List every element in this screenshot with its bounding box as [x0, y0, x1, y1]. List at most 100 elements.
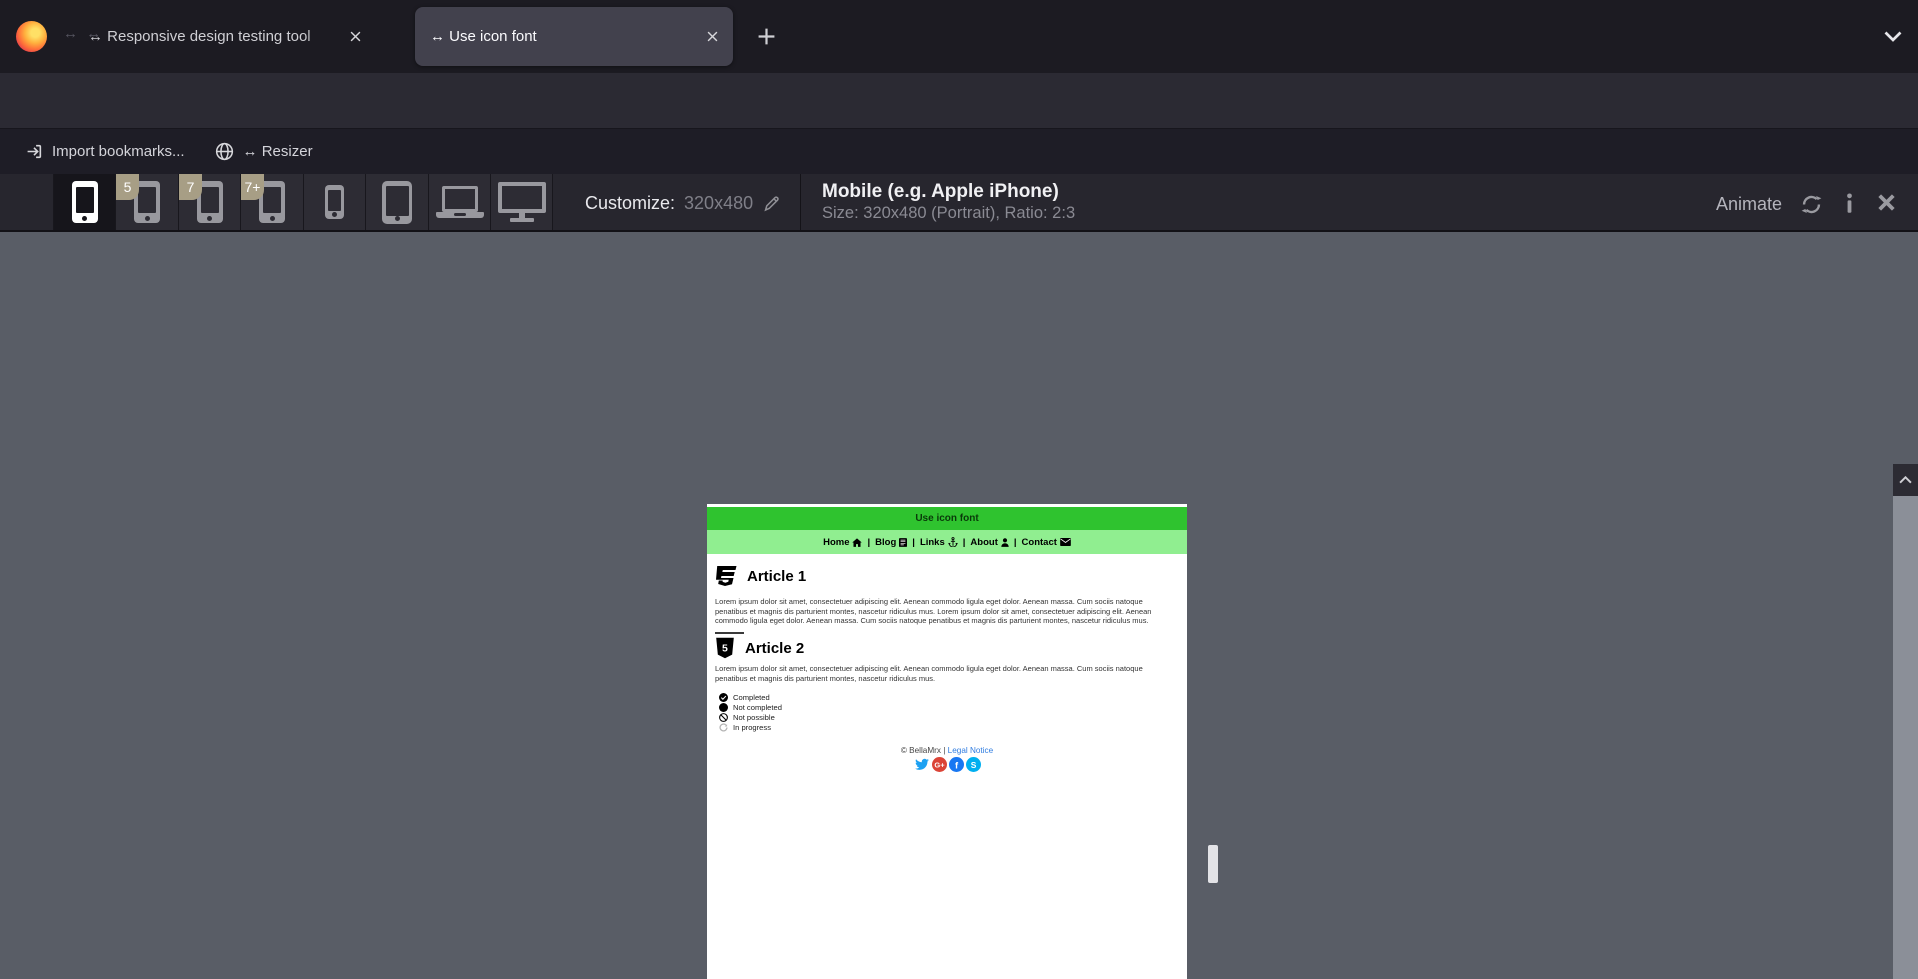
- article-title: Article 1: [747, 568, 806, 585]
- nav-separator: |: [963, 537, 966, 548]
- import-icon: [26, 143, 43, 160]
- device-button-tablet[interactable]: [365, 174, 428, 230]
- tablet-icon: [382, 181, 412, 224]
- device-button-mobile-active[interactable]: [53, 174, 115, 230]
- nav-separator: |: [1014, 537, 1017, 548]
- tab-bar: ↔ ↔ ↔ Responsive design testing tool ↔ U…: [0, 0, 1918, 73]
- device-badge: 5: [116, 174, 139, 200]
- content-area: Use icon font Home | Blog | Links |: [0, 232, 1918, 979]
- resize-drag-handle[interactable]: [1208, 845, 1218, 883]
- info-icon[interactable]: [1845, 193, 1854, 214]
- device-badge: 7: [179, 174, 202, 200]
- anchor-icon: [948, 537, 958, 547]
- list-item: In progress: [719, 722, 782, 732]
- html5-icon: 5: [715, 637, 735, 659]
- list-item-label: In progress: [733, 723, 771, 732]
- scroll-up-button[interactable]: [1893, 464, 1918, 496]
- refresh-loop-icon[interactable]: [1800, 193, 1823, 216]
- svg-text:5: 5: [722, 642, 728, 654]
- device-size-info: Size: 320x480 (Portrait), Ratio: 2:3: [822, 204, 1075, 223]
- tab-title: ↔ Use icon font: [430, 28, 707, 45]
- customize-size-control[interactable]: Customize: 320x480: [585, 176, 781, 230]
- list-item-label: Completed: [733, 693, 770, 702]
- article2-heading: 5 Article 2: [715, 637, 804, 659]
- tab-close-icon[interactable]: [350, 31, 361, 42]
- pencil-edit-icon[interactable]: [762, 194, 781, 213]
- tab-use-icon-font-active[interactable]: ↔ Use icon font: [415, 7, 733, 66]
- nav-label: Blog: [875, 537, 896, 548]
- nav-separator: |: [867, 537, 870, 548]
- list-item-label: Not possible: [733, 713, 775, 722]
- globe-icon: [215, 142, 234, 161]
- status-list: Completed Not completed Not possible In …: [719, 692, 782, 732]
- customize-label: Customize:: [585, 193, 675, 214]
- google-plus-icon[interactable]: G+: [932, 757, 947, 772]
- envelope-icon: [1060, 538, 1071, 546]
- list-item: Not completed: [719, 702, 782, 712]
- filled-circle-icon: [719, 703, 728, 712]
- skype-icon[interactable]: S: [966, 757, 981, 772]
- close-resizer-icon[interactable]: [1877, 193, 1896, 212]
- article1-heading: Article 1: [715, 566, 806, 586]
- nav-separator: |: [912, 537, 915, 548]
- svg-text:S: S: [970, 760, 976, 770]
- newspaper-icon: [899, 538, 907, 547]
- tab-title: ↔ Responsive design testing tool: [88, 28, 350, 45]
- social-icons-row: G+ f S: [707, 757, 1187, 772]
- tab-close-icon[interactable]: [707, 31, 718, 42]
- device-button-small-phone[interactable]: [303, 174, 365, 230]
- preview-nav-bar: Home | Blog | Links | About |: [707, 530, 1187, 554]
- home-icon: [852, 538, 862, 547]
- toolbar-divider: [800, 174, 801, 230]
- facebook-icon[interactable]: f: [949, 757, 964, 772]
- new-tab-button[interactable]: [757, 27, 776, 46]
- list-all-tabs-chevron-icon[interactable]: [1884, 31, 1902, 43]
- small-phone-icon: [325, 185, 344, 219]
- css3-icon: [715, 566, 737, 586]
- firefox-logo-icon[interactable]: [16, 21, 47, 52]
- window-scrollbar[interactable]: [1893, 464, 1918, 979]
- nav-label: Contact: [1022, 537, 1057, 548]
- bookmark-resizer[interactable]: ↔ Resizer: [205, 142, 323, 161]
- device-badge: 7+: [241, 174, 264, 200]
- nav-label: Links: [920, 537, 945, 548]
- twitter-icon[interactable]: [914, 757, 930, 772]
- nav-link-blog[interactable]: Blog: [875, 537, 907, 548]
- copyright-text: © BellaMrx |: [901, 746, 946, 755]
- bookmark-label: Import bookmarks...: [52, 143, 185, 160]
- device-button-iphone7[interactable]: 7: [178, 174, 240, 230]
- bookmark-import-bookmarks[interactable]: Import bookmarks...: [16, 143, 195, 160]
- phone-icon: [72, 181, 98, 223]
- svg-text:G+: G+: [934, 760, 945, 769]
- device-button-iphone5[interactable]: 5: [115, 174, 178, 230]
- desktop-monitor-icon: [498, 182, 546, 222]
- nav-label: Home: [823, 537, 849, 548]
- animate-button[interactable]: Animate: [1716, 194, 1782, 215]
- spinner-icon: [719, 723, 728, 732]
- tab-responsive-design-testing[interactable]: ↔ Responsive design testing tool: [88, 0, 388, 73]
- nav-link-contact[interactable]: Contact: [1022, 537, 1071, 548]
- device-button-laptop[interactable]: [428, 174, 490, 230]
- legal-notice-link[interactable]: Legal Notice: [948, 746, 994, 755]
- device-button-desktop[interactable]: [490, 174, 553, 230]
- bookmark-label: ↔ Resizer: [243, 143, 313, 160]
- horizontal-rule: [715, 632, 744, 634]
- chevron-up-icon: [1899, 476, 1912, 484]
- article1-body: Lorem ipsum dolor sit amet, consectetuer…: [715, 597, 1173, 626]
- bookmarks-toolbar: Import bookmarks... ↔ Resizer: [0, 128, 1918, 174]
- user-icon: [1001, 538, 1009, 547]
- nav-link-about[interactable]: About: [970, 537, 1008, 548]
- mobile-preview-frame: Use icon font Home | Blog | Links |: [707, 504, 1187, 979]
- nav-label: About: [970, 537, 997, 548]
- nav-link-home[interactable]: Home: [823, 537, 862, 548]
- device-button-iphone7plus[interactable]: 7+: [240, 174, 303, 230]
- device-title: Mobile (e.g. Apple iPhone): [822, 181, 1059, 203]
- scrollbar-thumb[interactable]: [1893, 496, 1918, 979]
- customize-value: 320x480: [684, 193, 753, 214]
- navigation-toolbar: 127.0.0.1:5500/7_StylingWithCSS/Part_3/i…: [0, 73, 1918, 128]
- nav-link-links[interactable]: Links: [920, 537, 958, 548]
- list-item: Not possible: [719, 712, 782, 722]
- preview-page-header: Use icon font: [707, 507, 1187, 530]
- browser-window: ↔ ↔ ↔ Responsive design testing tool ↔ U…: [0, 0, 1918, 979]
- list-item-label: Not completed: [733, 703, 782, 712]
